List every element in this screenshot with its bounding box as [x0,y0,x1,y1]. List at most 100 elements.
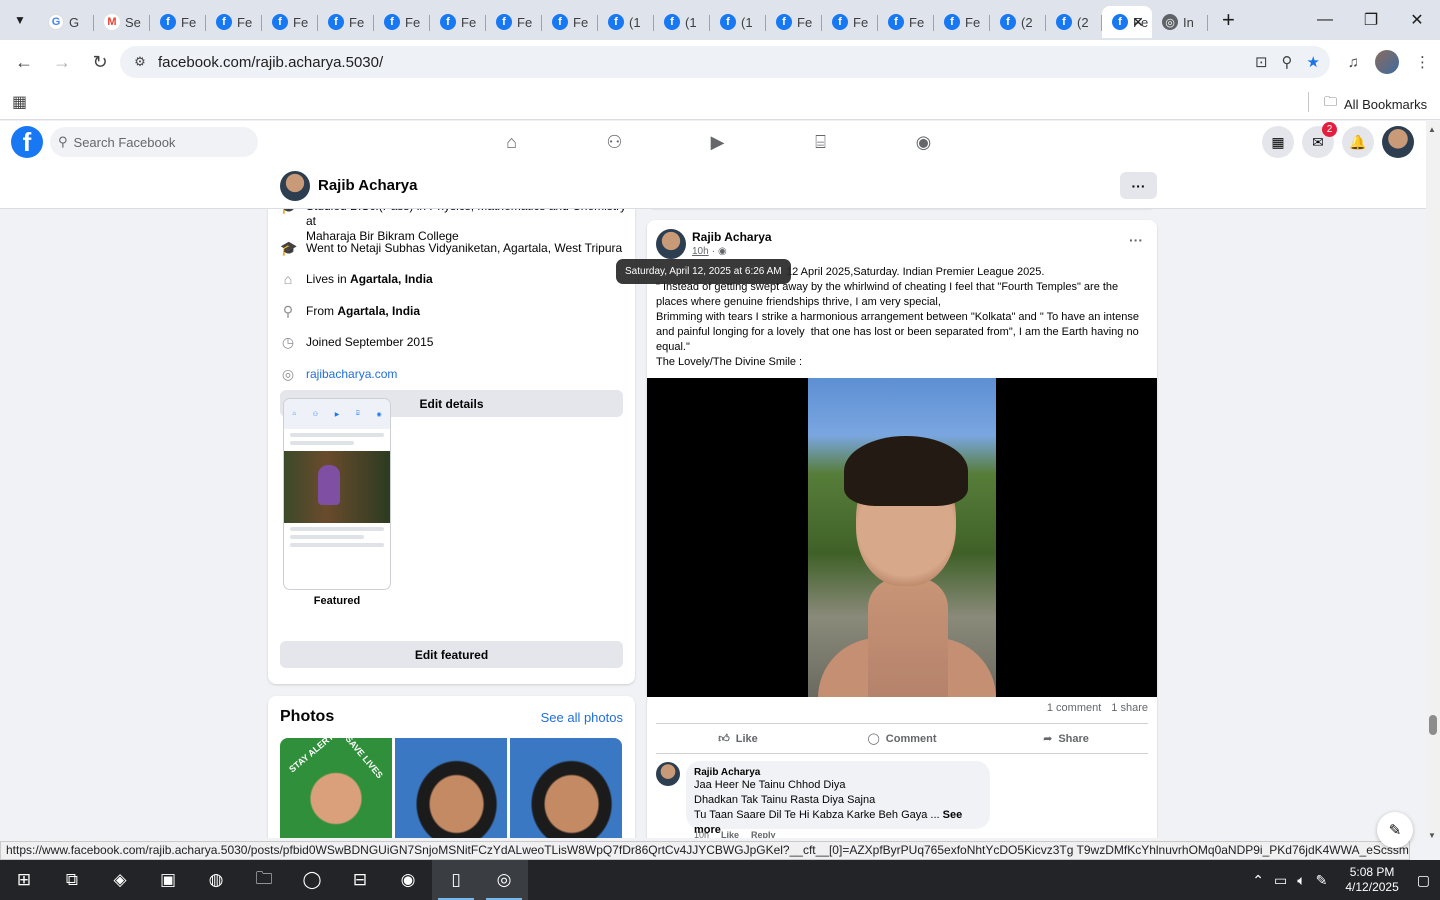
notepad-icon[interactable]: ▯ [432,860,480,900]
file-explorer-icon[interactable]: 🗀 [240,860,288,900]
browser-tab[interactable]: f (1 [710,6,766,38]
chrome-icon[interactable]: ◉ [384,860,432,900]
firefox-icon[interactable]: ◍ [192,860,240,900]
account-avatar[interactable] [1382,126,1414,158]
scrollbar-thumb[interactable] [1429,715,1437,735]
menu-grid-icon[interactable]: ▦ [1262,126,1294,158]
photo-thumbnail[interactable] [510,738,622,838]
home-icon[interactable]: ⌂ [460,121,563,163]
tab-active[interactable]: f Fe ✕ [1102,6,1152,38]
page-scrollbar[interactable]: ▲ ▼ [1426,121,1440,840]
comment-like-button[interactable]: Like [721,830,739,838]
friends-icon[interactable]: ⚇ [563,121,666,163]
tab-search-button[interactable]: ▼ [6,6,34,34]
browser-tab[interactable]: f Fe [934,6,990,38]
new-tab-button[interactable]: + [1222,7,1235,33]
browser-profile-avatar[interactable] [1375,50,1399,74]
new-message-icon[interactable]: ✎ [1377,812,1413,848]
browser-tab[interactable]: GG [38,6,94,38]
app-icon[interactable]: ▣ [144,860,192,900]
chevron-up-icon[interactable]: ⌃ [1252,872,1264,889]
scroll-down-arrow-icon[interactable]: ▼ [1428,831,1436,840]
install-app-icon[interactable]: ⊡ [1255,53,1268,71]
featured-thumbnail[interactable]: ⌂ ⚇ ▶ ⌸ ◉ [283,398,391,590]
browser-tab[interactable]: f Fe [822,6,878,38]
opera-icon[interactable]: ◯ [288,860,336,900]
app-icon[interactable]: ◎ [480,860,528,900]
reload-button[interactable]: ↻ [82,44,118,80]
commenter-avatar[interactable] [656,762,680,786]
browser-tab[interactable]: f Fe [150,6,206,38]
scroll-up-arrow-icon[interactable]: ▲ [1428,125,1436,134]
url-text[interactable]: facebook.com/rajib.acharya.5030/ [158,54,383,71]
copilot-icon[interactable]: ◈ [96,860,144,900]
media-control-icon[interactable]: ♫ [1348,54,1359,71]
notifications-icon[interactable]: 🔔 [1342,126,1374,158]
comment-author[interactable]: Rajib Acharya [694,767,982,778]
post-timestamp[interactable]: 10h [692,246,709,257]
pen-icon[interactable]: ✎ [1316,872,1328,889]
address-bar[interactable]: ⚙ facebook.com/rajib.acharya.5030/ ⊡ ⚲ ★ [120,46,1330,78]
browser-tab[interactable]: f Fe [262,6,318,38]
photo-thumbnail[interactable] [395,738,507,838]
browser-tab[interactable]: f Fe [374,6,430,38]
edit-featured-button[interactable]: Edit featured [280,641,623,668]
browser-tab[interactable]: f Fe [542,6,598,38]
comment-reply-button[interactable]: Reply [751,830,776,838]
back-button[interactable]: ← [6,44,42,80]
task-view-icon[interactable]: ⧉ [48,860,96,900]
profile-more-button[interactable]: ··· [1120,172,1157,199]
profile-name[interactable]: Rajib Acharya [318,177,418,194]
post-author-name[interactable]: Rajib Acharya [692,230,772,244]
facebook-header: f ⚲ Search Facebook ⌂ ⚇ ▶ ⌸ ◉ ▦ ✉ 2 🔔 [0,121,1426,163]
comment-button[interactable]: ◯ Comment [820,724,984,753]
close-tab-icon[interactable]: ✕ [1132,14,1144,31]
browser-tab[interactable]: f (2 [1046,6,1102,38]
browser-tab[interactable]: f Fe [878,6,934,38]
browser-tab[interactable]: f (1 [654,6,710,38]
browser-tab[interactable]: f (1 [598,6,654,38]
browser-tab[interactable]: f Fe [206,6,262,38]
zoom-icon[interactable]: ⚲ [1282,53,1293,71]
shares-count[interactable]: 1 share [1111,702,1148,714]
close-window-button[interactable]: ✕ [1394,0,1440,40]
website-link[interactable]: rajibacharya.com [306,367,397,382]
post-image[interactable] [647,378,1157,697]
video-icon[interactable]: ▶ [666,121,769,163]
bookmark-star-icon[interactable]: ★ [1307,53,1320,71]
comments-count[interactable]: 1 comment [1047,702,1101,714]
post-options-icon[interactable]: ··· [1129,232,1143,248]
network-icon[interactable]: ▭ [1274,872,1287,889]
browser-tab[interactable]: f Fe [766,6,822,38]
see-all-photos-link[interactable]: See all photos [541,710,623,725]
browser-tab[interactable]: f Fe [318,6,374,38]
tab-last[interactable]: ◎ In [1152,6,1208,38]
store-icon[interactable]: ⊟ [336,860,384,900]
marketplace-icon[interactable]: ⌸ [769,121,872,163]
windows-start-icon[interactable]: ⊞ [0,860,48,900]
volume-icon[interactable]: 🔈︎ [1297,872,1305,889]
minimize-button[interactable]: — [1302,0,1348,40]
groups-icon[interactable]: ◉ [872,121,975,163]
restore-button[interactable]: ❐ [1348,0,1394,40]
comment-time[interactable]: 10h [694,830,709,838]
browser-tab[interactable]: f Fe [486,6,542,38]
browser-tab[interactable]: f Fe [430,6,486,38]
facebook-search-input[interactable]: ⚲ Search Facebook [50,127,258,157]
like-button[interactable]: 👍︎ Like [656,724,820,753]
profile-avatar[interactable] [280,171,310,201]
site-info-icon[interactable]: ⚙ [126,54,154,70]
browser-tab[interactable]: f (2 [990,6,1046,38]
taskbar-clock[interactable]: 5:08 PM 4/12/2025 [1345,865,1398,895]
browser-menu-icon[interactable]: ⋮ [1415,53,1430,71]
forward-button[interactable]: → [44,44,80,80]
apps-grid-icon[interactable]: ▦ [12,92,27,112]
photo-thumbnail[interactable]: STAY ALERT SAVE LIVES [280,738,392,838]
all-bookmarks-button[interactable]: 🗀 All Bookmarks [1324,93,1427,115]
share-button[interactable]: ➦ Share [984,724,1148,753]
facebook-logo[interactable]: f [11,126,43,158]
messenger-icon[interactable]: ✉ 2 [1302,122,1337,158]
browser-tab[interactable]: M Se [94,6,150,38]
notification-center-icon[interactable]: ▢ [1417,872,1430,889]
post-author-avatar[interactable] [656,229,686,259]
